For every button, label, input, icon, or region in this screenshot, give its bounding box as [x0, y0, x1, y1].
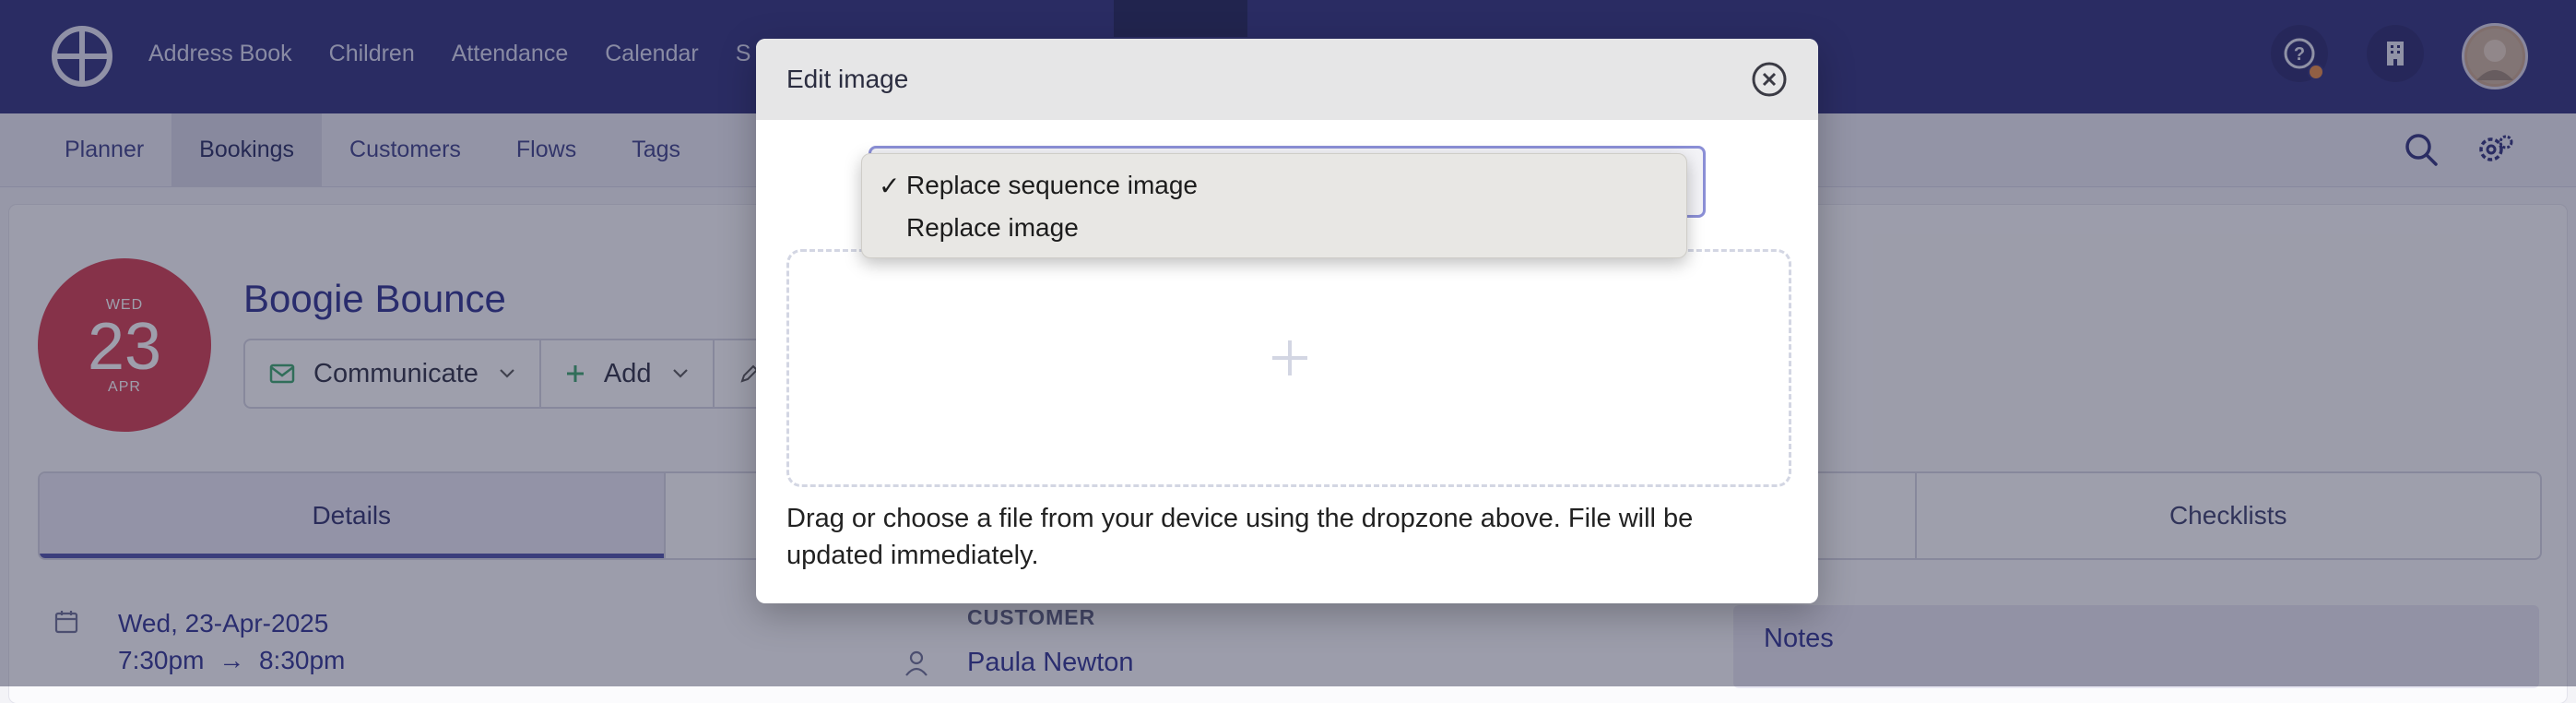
plus-icon — [1272, 340, 1307, 375]
dropzone-help-text: Drag or choose a file from your device u… — [786, 504, 1694, 570]
modal-header: Edit image — [756, 39, 1818, 120]
close-icon[interactable] — [1750, 60, 1789, 99]
option-replace-image[interactable]: Replace image — [862, 206, 1686, 248]
option-replace-sequence-image[interactable]: ✓ Replace sequence image — [862, 163, 1686, 206]
file-dropzone[interactable] — [786, 249, 1791, 487]
modal-title: Edit image — [786, 65, 909, 93]
edit-image-modal: Edit image Drag or choose a file from yo… — [756, 39, 1818, 603]
option-label: Replace sequence image — [906, 171, 1198, 199]
option-label: Replace image — [906, 213, 1079, 242]
select-dropdown-menu: ✓ Replace sequence image Replace image — [861, 153, 1687, 258]
checkmark-icon: ✓ — [879, 172, 901, 200]
